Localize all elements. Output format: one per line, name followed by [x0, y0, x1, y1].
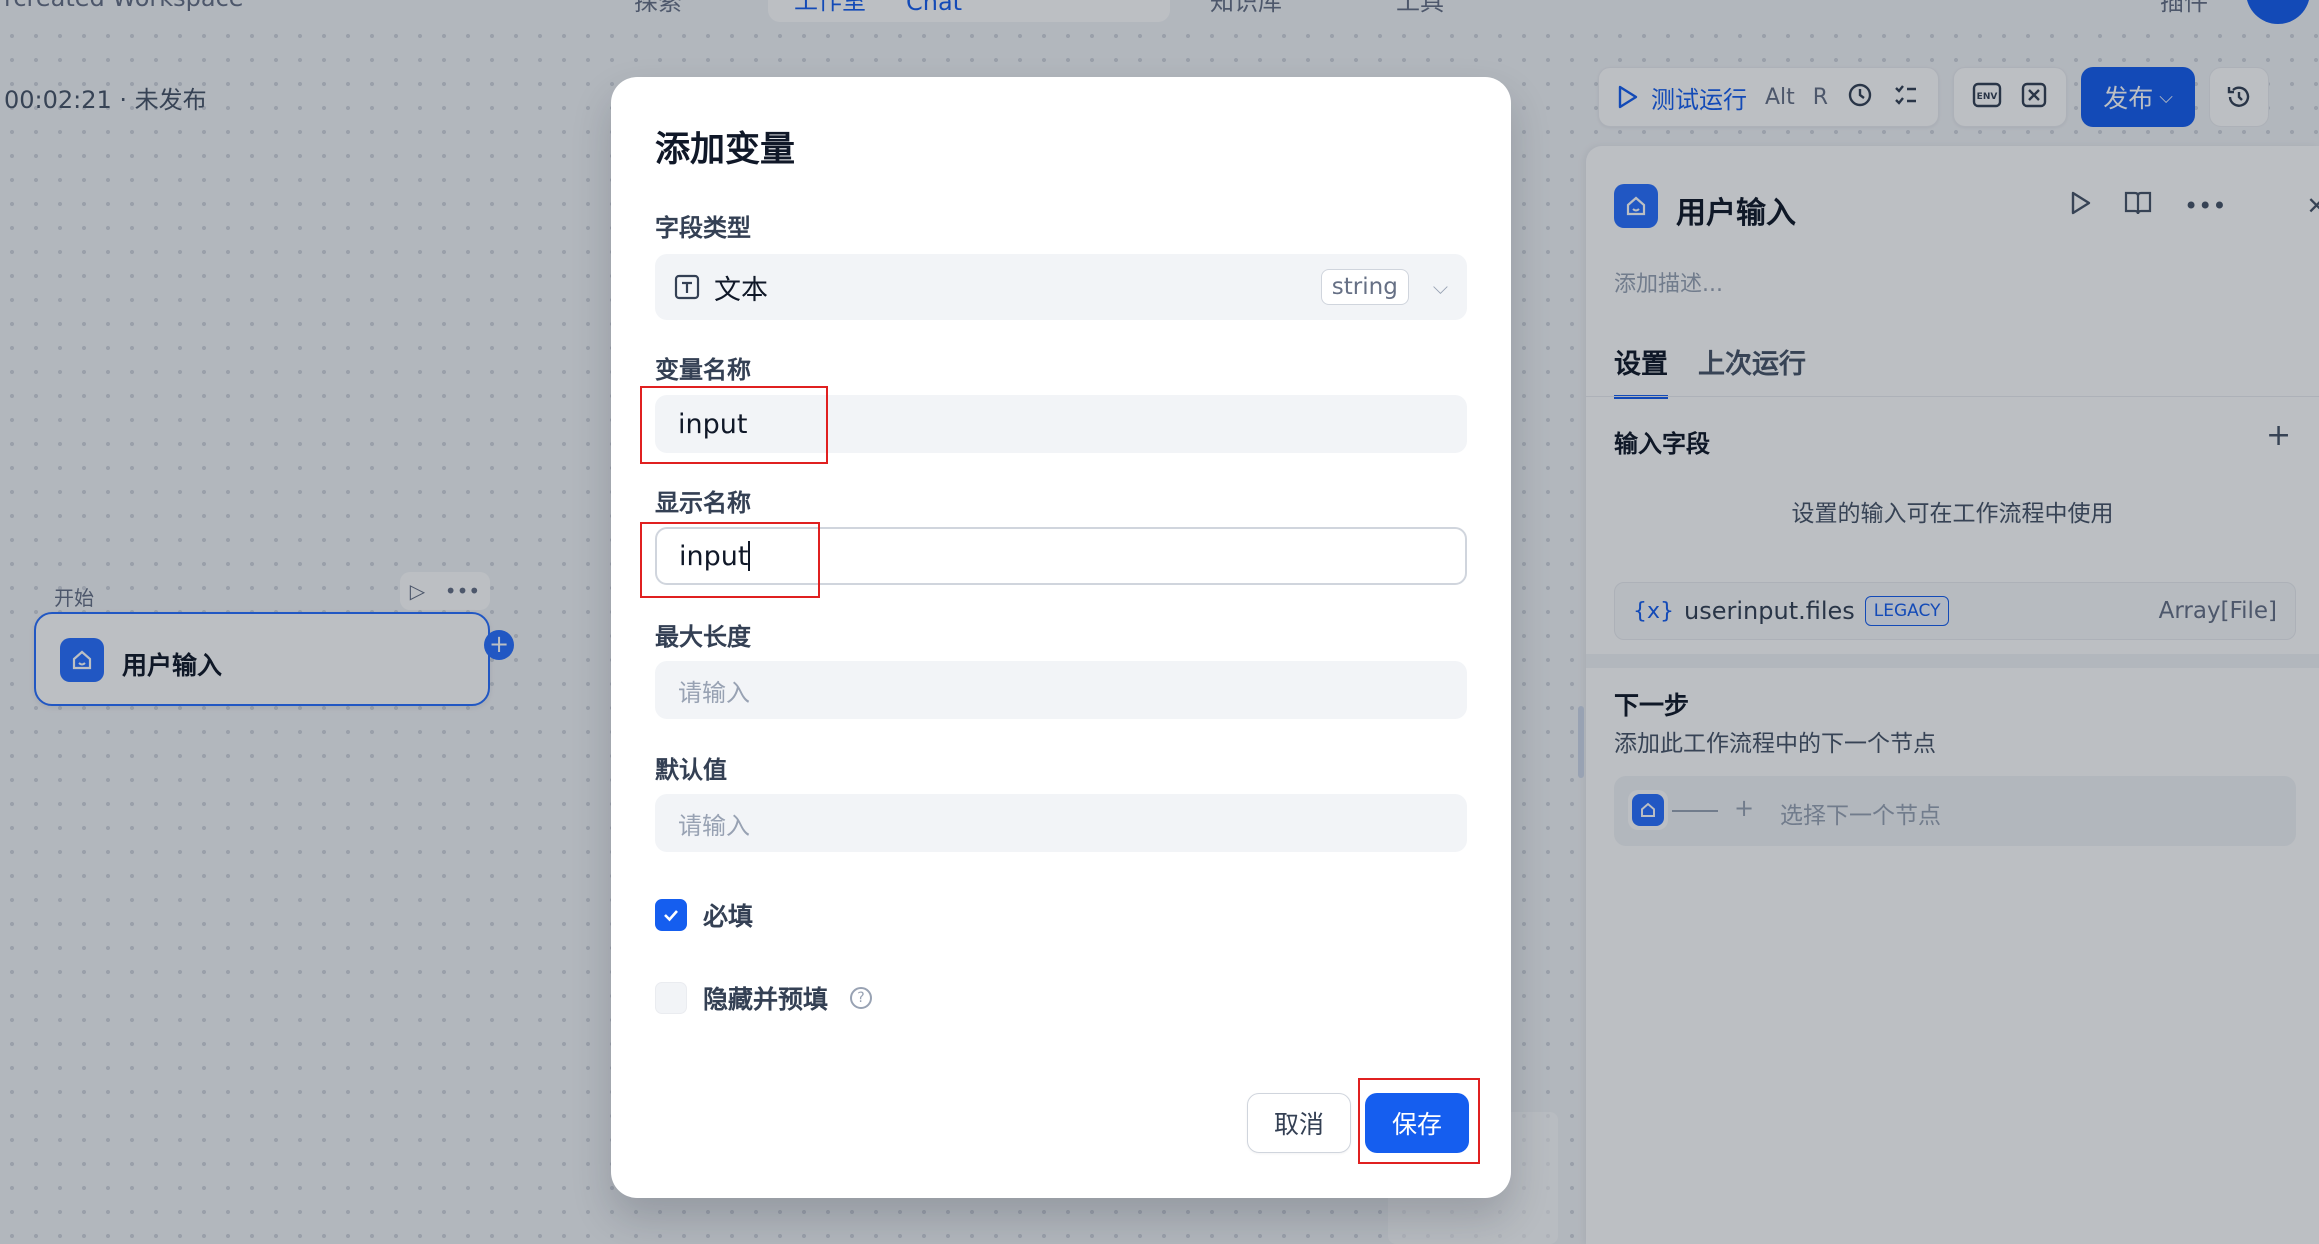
- required-checkbox[interactable]: [655, 899, 687, 931]
- hidden-prefill-checkbox[interactable]: [655, 982, 687, 1014]
- annotation-highlight-var-name: [640, 386, 828, 464]
- hidden-row: 隐藏并预填 ?: [655, 980, 873, 1016]
- field-type-label: 字段类型: [655, 214, 751, 242]
- cancel-button[interactable]: 取消: [1247, 1093, 1351, 1153]
- add-variable-dialog: 添加变量 字段类型 文本 string ⌵ 变量名称 input 显示名称 in…: [611, 77, 1511, 1198]
- annotation-highlight-display-name: [640, 522, 820, 598]
- max-length-placeholder: 请输入: [678, 678, 750, 707]
- hidden-prefill-label: 隐藏并预填: [703, 985, 829, 1014]
- field-type-value: 文本: [714, 274, 768, 306]
- check-icon: [664, 910, 678, 922]
- display-name-label: 显示名称: [655, 489, 751, 517]
- chevron-down-icon: ⌵: [1432, 275, 1448, 299]
- field-type-tag: string: [1320, 269, 1409, 305]
- required-row: 必填: [655, 897, 753, 933]
- max-length-input[interactable]: 请输入: [655, 661, 1467, 719]
- default-value-placeholder: 请输入: [678, 811, 750, 840]
- required-label: 必填: [703, 902, 754, 931]
- panel-resize-handle[interactable]: [1578, 706, 1584, 778]
- var-name-label: 变量名称: [655, 356, 751, 384]
- default-value-label: 默认值: [655, 756, 727, 784]
- help-icon[interactable]: ?: [850, 987, 873, 1009]
- default-value-input[interactable]: 请输入: [655, 794, 1467, 852]
- text-type-icon: [674, 274, 700, 300]
- max-length-label: 最大长度: [655, 623, 751, 651]
- dialog-title: 添加变量: [655, 130, 796, 170]
- field-type-select[interactable]: 文本 string ⌵: [655, 254, 1467, 320]
- annotation-highlight-save: [1358, 1078, 1480, 1164]
